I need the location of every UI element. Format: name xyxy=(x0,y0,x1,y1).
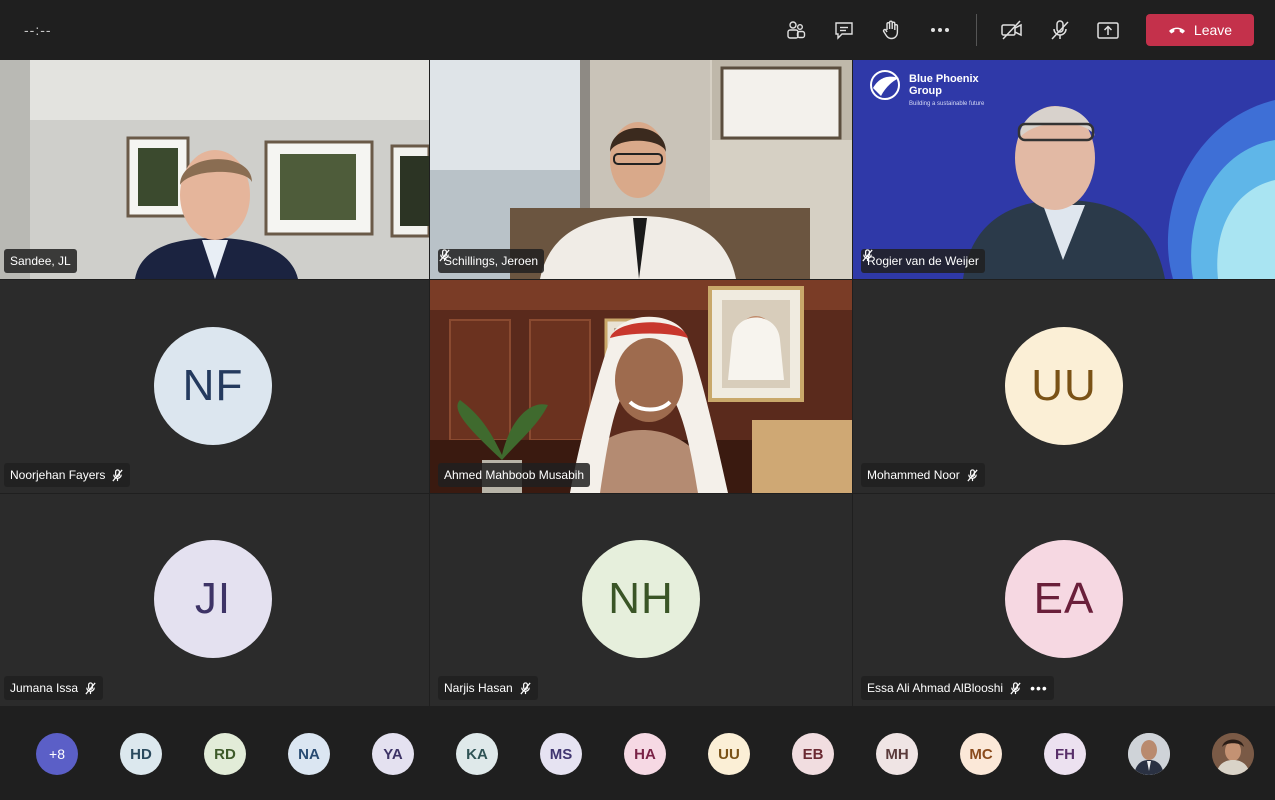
participant-tile-avatar[interactable]: EA Essa Ali Ahmad AlBlooshi ••• xyxy=(853,494,1275,706)
overflow-avatar-photo[interactable] xyxy=(1212,733,1254,775)
mic-muted-icon xyxy=(112,468,123,481)
mic-muted-icon xyxy=(85,681,96,694)
camera-off-icon[interactable] xyxy=(998,16,1026,44)
participant-name: Noorjehan Fayers xyxy=(10,468,106,482)
overflow-avatar[interactable]: KA xyxy=(456,733,498,775)
participant-nameplate: Rogier van de Weijer xyxy=(861,249,985,273)
mic-off-icon[interactable] xyxy=(1046,16,1074,44)
participant-nameplate: Ahmed Mahboob Musabih xyxy=(438,463,591,487)
overflow-avatar[interactable]: HA xyxy=(624,733,666,775)
participant-name: Rogier van de Weijer xyxy=(867,254,979,268)
people-icon[interactable] xyxy=(782,16,810,44)
avatar-initials: YA xyxy=(383,745,403,763)
participant-tile-avatar[interactable]: NF Noorjehan Fayers xyxy=(0,280,429,493)
overflow-count-button[interactable]: +8 xyxy=(36,733,78,775)
avatar-initials: EB xyxy=(802,745,824,763)
overflow-avatar-photo[interactable] xyxy=(1128,733,1170,775)
overflow-avatar[interactable]: FH xyxy=(1044,733,1086,775)
overflow-count: +8 xyxy=(49,746,65,762)
brand-name: Blue Phoenix xyxy=(909,73,980,85)
participant-name: Jumana Issa xyxy=(10,681,79,695)
mic-muted-icon xyxy=(439,249,450,262)
participant-avatar: NF xyxy=(154,327,272,445)
participant-name: Mohammed Noor xyxy=(867,468,960,482)
avatar-initials: MS xyxy=(549,745,573,763)
overflow-avatar[interactable]: NA xyxy=(288,733,330,775)
toolbar-divider xyxy=(976,14,977,46)
avatar-initials: RD xyxy=(214,745,236,763)
participant-video: Blue Phoenix Group Building a sustainabl… xyxy=(853,60,1275,279)
overflow-avatar[interactable]: EB xyxy=(792,733,834,775)
meeting-timer: --:-- xyxy=(24,22,52,38)
participant-avatar: EA xyxy=(1005,540,1123,658)
brand-group: Group xyxy=(909,85,942,97)
avatar-initials: JI xyxy=(194,574,232,623)
participant-name: Schillings, Jeroen xyxy=(444,254,539,268)
participant-nameplate: Noorjehan Fayers xyxy=(4,463,131,487)
hang-up-icon xyxy=(1168,27,1185,34)
overflow-avatar[interactable]: RD xyxy=(204,733,246,775)
avatar-initials: KA xyxy=(466,745,488,763)
overflow-avatar[interactable]: HD xyxy=(120,733,162,775)
participant-tile-avatar[interactable]: UU Mohammed Noor xyxy=(853,280,1275,493)
participant-tile-video[interactable]: Schillings, Jeroen xyxy=(430,60,852,279)
overflow-participant-bar: +8 HD RD NA YA KA MS HA UU EB MH MC FH xyxy=(0,706,1275,800)
avatar-initials: MC xyxy=(969,745,993,763)
more-options-icon[interactable] xyxy=(926,16,954,44)
avatar-initials: UU xyxy=(1031,361,1097,410)
participant-avatar: NH xyxy=(582,540,700,658)
participant-nameplate: Essa Ali Ahmad AlBlooshi ••• xyxy=(861,676,1054,700)
participant-nameplate: Narjis Hasan xyxy=(438,676,538,700)
participant-name: Sandee, JL xyxy=(10,254,71,268)
chat-icon[interactable] xyxy=(830,16,858,44)
participant-name: Ahmed Mahboob Musabih xyxy=(444,468,585,482)
participant-photo xyxy=(1128,733,1170,775)
overflow-avatar[interactable]: MC xyxy=(960,733,1002,775)
overflow-avatar[interactable]: YA xyxy=(372,733,414,775)
avatar-initials: EA xyxy=(1033,574,1095,623)
raise-hand-icon[interactable] xyxy=(877,16,905,44)
participant-nameplate: Sandee, JL xyxy=(4,249,77,273)
overflow-avatar[interactable]: UU xyxy=(708,733,750,775)
participant-photo xyxy=(1212,733,1254,775)
participant-tile-video[interactable]: Ahmed Mahboob Musabih xyxy=(430,280,852,493)
mic-muted-icon xyxy=(967,468,978,481)
avatar-initials: NF xyxy=(182,361,244,410)
participant-tile-avatar[interactable]: JI Jumana Issa xyxy=(0,494,429,706)
participant-nameplate: Schillings, Jeroen xyxy=(438,249,545,273)
overflow-avatar[interactable]: MH xyxy=(876,733,918,775)
avatar-initials: NA xyxy=(298,745,320,763)
mic-muted-icon xyxy=(1010,681,1021,694)
leave-button[interactable]: Leave xyxy=(1146,14,1254,46)
participant-more-icon[interactable]: ••• xyxy=(1030,680,1048,696)
avatar-initials: UU xyxy=(718,745,740,763)
share-screen-icon[interactable] xyxy=(1094,16,1122,44)
participant-nameplate: Jumana Issa xyxy=(4,676,104,700)
brand-tagline: Building a sustainable future xyxy=(909,101,985,107)
participant-tile-video[interactable]: Blue Phoenix Group Building a sustainabl… xyxy=(853,60,1275,279)
participant-name: Narjis Hasan xyxy=(444,681,513,695)
participant-video xyxy=(0,60,429,279)
participant-video xyxy=(430,60,852,279)
participant-tile-video[interactable]: Sandee, JL xyxy=(0,60,429,279)
participant-video xyxy=(430,280,852,493)
avatar-initials: MH xyxy=(885,745,909,763)
overflow-avatar[interactable]: MS xyxy=(540,733,582,775)
leave-label: Leave xyxy=(1193,22,1233,38)
participant-tile-avatar[interactable]: NH Narjis Hasan xyxy=(430,494,852,706)
meeting-toolbar: --:-- Leave xyxy=(0,0,1275,60)
mic-muted-icon xyxy=(862,249,873,262)
participant-grid: Sandee, JL Schillings, Jeroen Blue Phoen… xyxy=(0,60,1275,706)
participant-name: Essa Ali Ahmad AlBlooshi xyxy=(867,681,1004,695)
avatar-initials: HD xyxy=(130,745,152,763)
participant-nameplate: Mohammed Noor xyxy=(861,463,985,487)
mic-muted-icon xyxy=(520,681,531,694)
participant-avatar: JI xyxy=(154,540,272,658)
avatar-initials: HA xyxy=(634,745,656,763)
participant-avatar: UU xyxy=(1005,327,1123,445)
avatar-initials: FH xyxy=(1055,745,1075,763)
avatar-initials: NH xyxy=(608,574,674,623)
